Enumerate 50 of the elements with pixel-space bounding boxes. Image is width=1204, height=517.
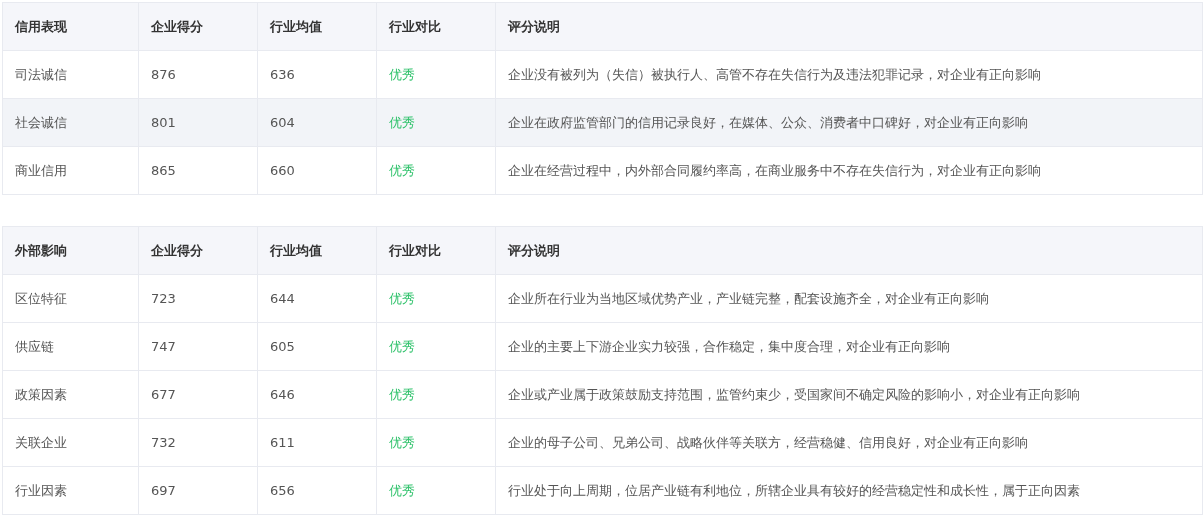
average-cell: 646 [257,370,377,419]
rating-cell: 优秀 [376,274,496,323]
score-cell: 732 [138,418,258,467]
column-header: 信用表现 [2,2,139,51]
rating-cell: 优秀 [376,98,496,147]
column-header: 行业均值 [257,226,377,275]
category-cell: 行业因素 [2,466,139,515]
average-cell: 636 [257,50,377,99]
score-cell: 723 [138,274,258,323]
score-cell: 876 [138,50,258,99]
column-header: 评分说明 [495,2,1203,51]
average-cell: 656 [257,466,377,515]
rating-cell: 优秀 [376,418,496,467]
column-header: 企业得分 [138,226,258,275]
category-cell: 司法诚信 [2,50,139,99]
column-header: 行业对比 [376,2,496,51]
description-cell: 企业没有被列为（失信）被执行人、高管不存在失信行为及违法犯罪记录，对企业有正向影响 [495,50,1203,99]
column-header: 行业均值 [257,2,377,51]
description-cell: 企业的母子公司、兄弟公司、战略伙伴等关联方，经营稳健、信用良好，对企业有正向影响 [495,418,1203,467]
score-cell: 801 [138,98,258,147]
description-cell: 企业或产业属于政策鼓励支持范围，监管约束少，受国家间不确定风险的影响小，对企业有正向影响 [495,370,1203,419]
score-cell: 747 [138,322,258,371]
score-cell: 697 [138,466,258,515]
category-cell: 区位特征 [2,274,139,323]
description-cell: 企业在经营过程中，内外部合同履约率高，在商业服务中不存在失信行为，对企业有正向影响 [495,146,1203,195]
average-cell: 660 [257,146,377,195]
column-header: 行业对比 [376,226,496,275]
category-cell: 政策因素 [2,370,139,419]
description-cell: 行业处于向上周期，位居产业链有利地位，所辖企业具有较好的经营稳定性和成长性，属于正向因素 [495,466,1203,515]
score-cell: 865 [138,146,258,195]
score-cell: 677 [138,370,258,419]
category-cell: 关联企业 [2,418,139,467]
rating-cell: 优秀 [376,146,496,195]
description-cell: 企业的主要上下游企业实力较强，合作稳定，集中度合理，对企业有正向影响 [495,322,1203,371]
description-cell: 企业所在行业为当地区域优势产业，产业链完整，配套设施齐全，对企业有正向影响 [495,274,1203,323]
column-header: 企业得分 [138,2,258,51]
category-cell: 社会诚信 [2,98,139,147]
category-cell: 供应链 [2,322,139,371]
average-cell: 644 [257,274,377,323]
average-cell: 611 [257,418,377,467]
rating-cell: 优秀 [376,322,496,371]
average-cell: 604 [257,98,377,147]
rating-cell: 优秀 [376,50,496,99]
rating-cell: 优秀 [376,370,496,419]
category-cell: 商业信用 [2,146,139,195]
column-header: 评分说明 [495,226,1203,275]
description-cell: 企业在政府监管部门的信用记录良好，在媒体、公众、消费者中口碑好，对企业有正向影响 [495,98,1203,147]
column-header: 外部影响 [2,226,139,275]
average-cell: 605 [257,322,377,371]
rating-cell: 优秀 [376,466,496,515]
